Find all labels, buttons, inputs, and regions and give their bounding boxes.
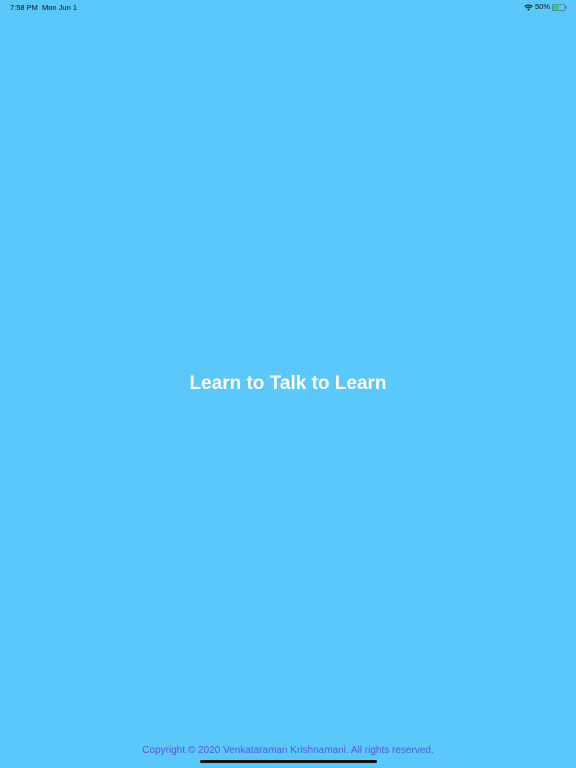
app-title: Learn to Talk to Learn — [189, 373, 387, 394]
status-bar: 7:58 PM Mon Jun 1 50% — [0, 0, 576, 14]
status-date: Mon Jun 1 — [42, 3, 78, 12]
status-indicators: 50% — [524, 2, 567, 12]
home-indicator[interactable] — [200, 760, 377, 763]
battery-percentage: 50% — [534, 2, 550, 11]
status-time: 7:58 PM — [10, 3, 38, 12]
copyright-notice: Copyright © 2020 Venkataraman Krishnaman… — [142, 745, 434, 756]
wifi-icon — [524, 4, 533, 11]
splash-screen: 7:58 PM Mon Jun 1 50% Learn to Talk to L… — [0, 0, 576, 768]
battery-icon — [552, 3, 567, 11]
